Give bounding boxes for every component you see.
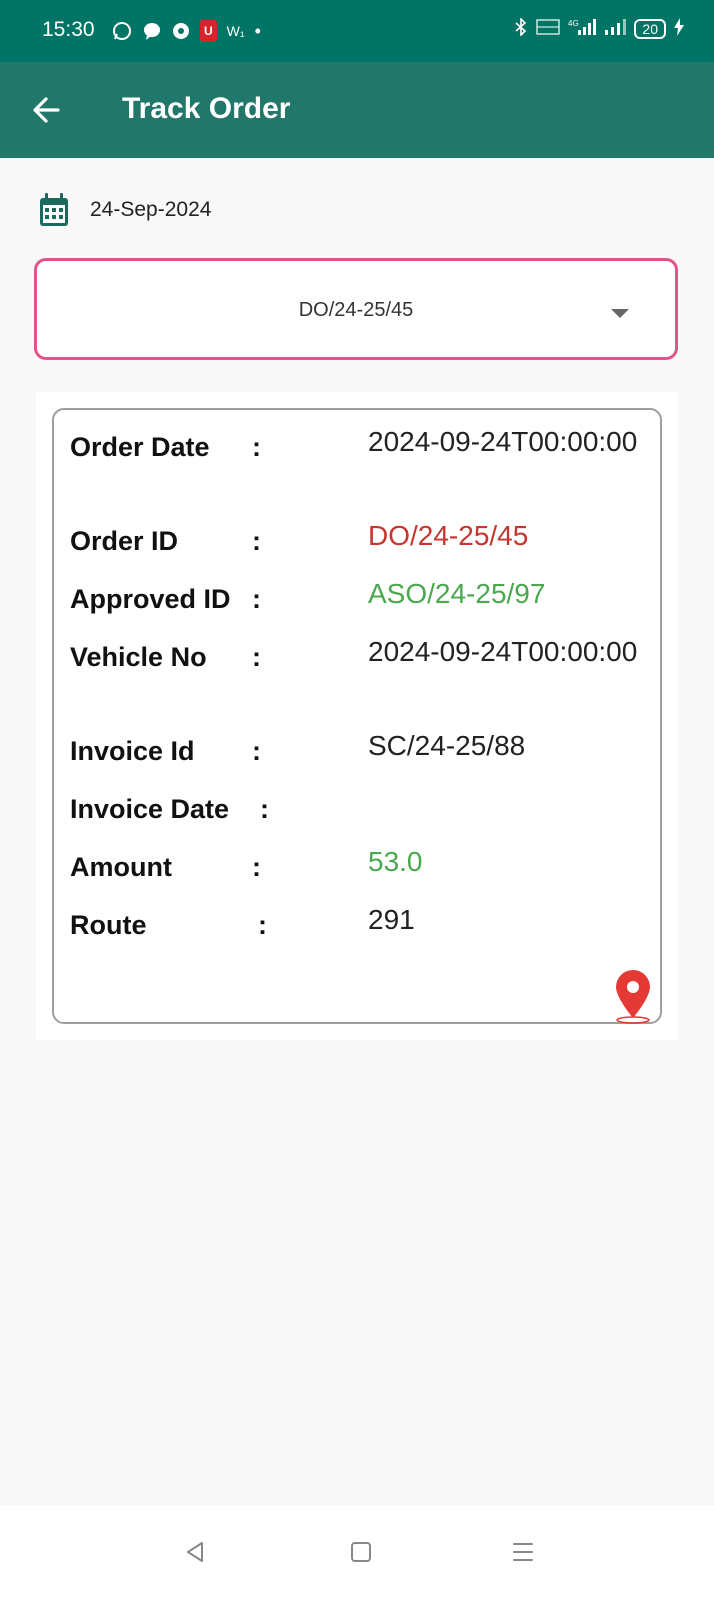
notification-icons: U W₁ • [112,20,261,42]
chrome-icon [172,20,190,42]
nav-back-button[interactable] [178,1535,212,1569]
vehicle-no-colon: : [252,642,261,672]
invoice-id-value: SC/24-25/88 [368,730,526,761]
message-icon [142,20,162,42]
charging-icon [674,18,684,39]
approved-id-colon: : [252,584,261,614]
triangle-back-icon [187,1542,203,1562]
order-date-value: 2024-09-24T00:00:00 [368,426,638,457]
dot-icon: • [254,20,261,41]
status-bar: 15:30 U W₁ • 4G 20 [0,0,714,62]
invoice-id-label: Invoice Id [70,736,195,766]
back-button[interactable] [28,90,68,130]
app-badge-icon: U [200,20,217,42]
arrow-left-icon [33,97,60,123]
signal-icon [604,18,627,39]
order-select-value: DO/24-25/45 [298,299,414,321]
route-value: 291 [368,904,415,935]
date-picker-row[interactable]: 24-Sep-2024 [38,192,211,228]
approved-id-label: Approved ID [70,584,231,614]
page-title: Track Order [122,92,291,125]
vehicle-no-value: 2024-09-24T00:00:00 [368,636,638,667]
svg-text:4G: 4G [568,19,579,28]
map-pin-button[interactable] [612,968,654,1024]
battery-icon: 20 [634,18,666,39]
order-details-card: Order Date : 2024-09-24T00:00:00 Order I… [52,408,662,1024]
dropdown-arrow-icon [611,309,629,318]
order-id-value: DO/24-25/45 [368,520,529,551]
nav-home-button[interactable] [344,1535,378,1569]
invoice-date-label: Invoice Date [70,794,230,824]
bluetooth-icon [514,17,528,39]
route-colon: : [258,910,267,940]
invoice-id-colon: : [252,736,261,766]
amount-label: Amount [70,852,172,882]
approved-id-value: ASO/24-25/97 [368,578,546,609]
order-details-container: Order Date : 2024-09-24T00:00:00 Order I… [36,392,678,1040]
route-label: Route [70,910,147,940]
status-time: 15:30 [42,18,95,41]
selected-date[interactable]: 24-Sep-2024 [90,198,211,222]
amount-colon: : [252,852,261,882]
order-date-label: Order Date [70,432,210,462]
order-date-colon: : [252,432,261,462]
order-select[interactable]: DO/24-25/45 [34,258,678,360]
menu-lines-icon [513,1543,533,1561]
vehicle-no-label: Vehicle No [70,642,207,672]
signal-4g-icon: 4G [568,18,597,39]
whatsapp-icon [112,20,132,42]
order-id-colon: : [252,526,261,556]
w-app-icon: W₁ [226,23,245,39]
invoice-date-colon: : [260,794,269,824]
nav-menu-button[interactable] [506,1535,540,1569]
square-home-icon [351,1542,371,1562]
app-bar: Track Order [0,62,714,158]
calendar-icon[interactable] [38,192,70,228]
volte-icon [536,18,561,39]
map-pin-icon [616,970,650,1024]
system-icons: 4G 20 [514,17,684,39]
system-nav-bar [0,1505,714,1599]
amount-value: 53.0 [368,846,423,877]
order-id-label: Order ID [70,526,179,556]
